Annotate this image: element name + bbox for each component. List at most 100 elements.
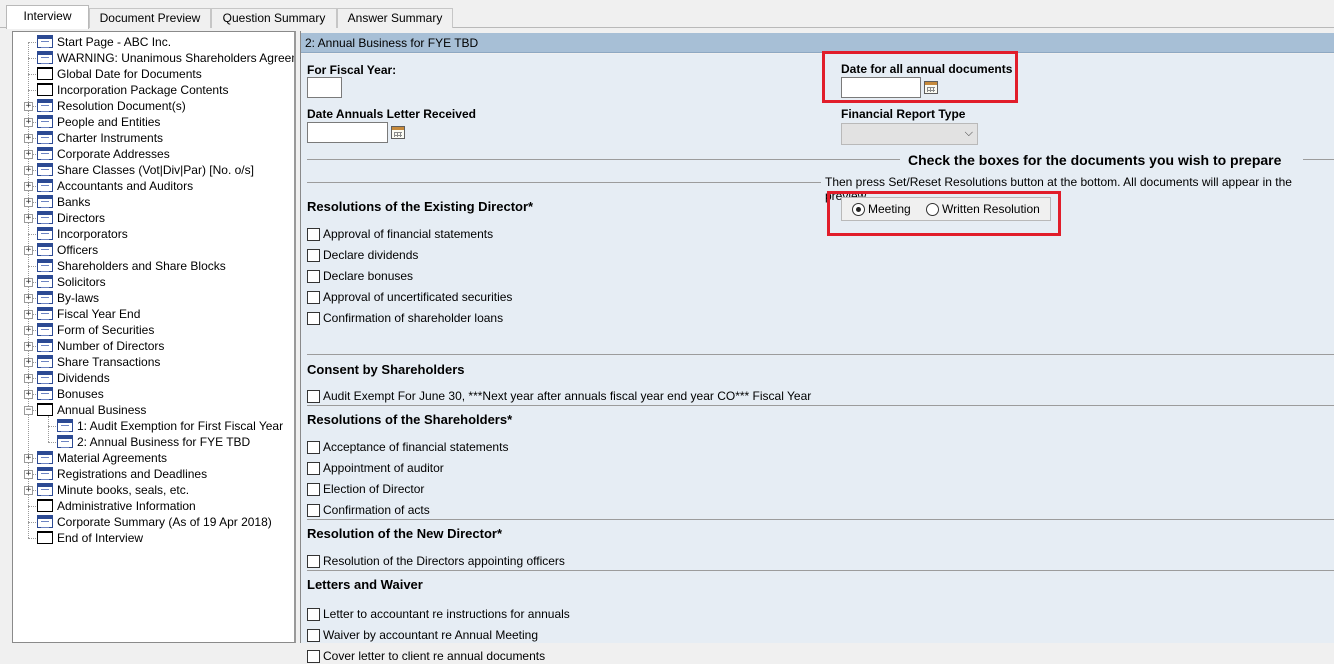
tree-item-label: Dividends bbox=[57, 371, 110, 385]
expand-icon[interactable]: + bbox=[24, 198, 33, 207]
expand-icon[interactable]: + bbox=[24, 246, 33, 255]
document-icon bbox=[57, 419, 73, 432]
tree-item[interactable]: Administrative Information bbox=[13, 498, 294, 514]
tree-item[interactable]: Start Page - ABC Inc. bbox=[13, 34, 294, 50]
expand-icon[interactable]: + bbox=[24, 118, 33, 127]
checkbox-icon[interactable] bbox=[307, 291, 320, 304]
tree-item[interactable]: + Corporate Addresses bbox=[13, 146, 294, 162]
date-letter-received-input[interactable] bbox=[307, 122, 388, 143]
expand-icon[interactable]: + bbox=[24, 486, 33, 495]
checkbox-icon[interactable] bbox=[307, 483, 320, 496]
expand-icon[interactable]: + bbox=[24, 294, 33, 303]
expand-icon[interactable]: + bbox=[24, 134, 33, 143]
tree-item[interactable]: + Dividends bbox=[13, 370, 294, 386]
check-boxes-title: Check the boxes for the documents you wi… bbox=[908, 152, 1282, 168]
tree-item[interactable]: + Officers bbox=[13, 242, 294, 258]
expand-icon[interactable]: + bbox=[24, 150, 33, 159]
tree-connector bbox=[48, 426, 56, 427]
expand-icon[interactable]: + bbox=[24, 470, 33, 479]
tab-answer-summary[interactable]: Answer Summary bbox=[337, 8, 453, 28]
checkbox-icon[interactable] bbox=[307, 312, 320, 325]
tree-item[interactable]: + Material Agreements bbox=[13, 450, 294, 466]
tree-item[interactable]: + Solicitors bbox=[13, 274, 294, 290]
tree-item[interactable]: End of Interview bbox=[13, 530, 294, 546]
tree-item[interactable]: + By-laws bbox=[13, 290, 294, 306]
tree-item[interactable]: + Share Transactions bbox=[13, 354, 294, 370]
tree-item[interactable]: − Annual Business bbox=[13, 402, 294, 418]
tab-question-summary[interactable]: Question Summary bbox=[211, 8, 337, 28]
financial-report-type-select[interactable]: ⌵ bbox=[841, 123, 978, 145]
checkbox-icon[interactable] bbox=[307, 504, 320, 517]
checkbox-icon[interactable] bbox=[307, 608, 320, 621]
tree-item-label: Number of Directors bbox=[57, 339, 165, 353]
checkbox-icon[interactable] bbox=[307, 390, 320, 403]
tree-item[interactable]: + Bonuses bbox=[13, 386, 294, 402]
tree-item[interactable]: 2: Annual Business for FYE TBD bbox=[13, 434, 294, 450]
checkbox-icon[interactable] bbox=[307, 629, 320, 642]
tree-item[interactable]: Global Date for Documents bbox=[13, 66, 294, 82]
document-icon bbox=[37, 339, 53, 352]
expand-icon[interactable]: + bbox=[24, 342, 33, 351]
checkbox-icon[interactable] bbox=[307, 441, 320, 454]
tree-item[interactable]: Shareholders and Share Blocks bbox=[13, 258, 294, 274]
expand-icon[interactable]: + bbox=[24, 102, 33, 111]
tree-item[interactable]: + Accountants and Auditors bbox=[13, 178, 294, 194]
tree-item[interactable]: + Fiscal Year End bbox=[13, 306, 294, 322]
interview-tree[interactable]: Start Page - ABC Inc. WARNING: Unanimous … bbox=[12, 31, 296, 643]
document-icon bbox=[37, 243, 53, 256]
expand-icon[interactable]: + bbox=[24, 278, 33, 287]
checkbox-icon[interactable] bbox=[307, 249, 320, 262]
tree-item[interactable]: 1: Audit Exemption for First Fiscal Year bbox=[13, 418, 294, 434]
tree-item-label: End of Interview bbox=[57, 531, 144, 545]
tree-item[interactable]: + Registrations and Deadlines bbox=[13, 466, 294, 482]
expand-icon[interactable]: + bbox=[24, 454, 33, 463]
expand-icon[interactable]: + bbox=[24, 326, 33, 335]
expand-icon[interactable]: + bbox=[24, 182, 33, 191]
tree-item[interactable]: + Charter Instruments bbox=[13, 130, 294, 146]
expand-icon[interactable]: + bbox=[24, 390, 33, 399]
calendar-icon[interactable] bbox=[391, 126, 405, 139]
tree-item-label: Bonuses bbox=[57, 387, 104, 401]
tree-connector bbox=[48, 416, 49, 442]
document-icon bbox=[37, 467, 53, 480]
blank-page-icon bbox=[37, 531, 53, 544]
tree-item[interactable]: + Minute books, seals, etc. bbox=[13, 482, 294, 498]
blank-page-icon bbox=[37, 499, 53, 512]
collapse-icon[interactable]: − bbox=[24, 406, 33, 415]
checkbox-icon[interactable] bbox=[307, 650, 320, 663]
tree-item[interactable]: Incorporation Package Contents bbox=[13, 82, 294, 98]
tree-item[interactable]: + Directors bbox=[13, 210, 294, 226]
tree-item[interactable]: + Share Classes (Vot|Div|Par) [No. o/s] bbox=[13, 162, 294, 178]
tree-item-label: Fiscal Year End bbox=[57, 307, 141, 321]
tree-item[interactable]: + Resolution Document(s) bbox=[13, 98, 294, 114]
tab-document-preview[interactable]: Document Preview bbox=[89, 8, 211, 28]
tree-item[interactable]: Incorporators bbox=[13, 226, 294, 242]
tree-item[interactable]: Corporate Summary (As of 19 Apr 2018) bbox=[13, 514, 294, 530]
checkbox-icon[interactable] bbox=[307, 270, 320, 283]
checkbox-icon[interactable] bbox=[307, 462, 320, 475]
tree-item[interactable]: + Form of Securities bbox=[13, 322, 294, 338]
tree-connector bbox=[28, 74, 36, 75]
question-panel: 2: Annual Business for FYE TBD For Fisca… bbox=[300, 31, 1334, 663]
expand-icon[interactable]: + bbox=[24, 374, 33, 383]
checkbox-label: Declare dividends bbox=[323, 248, 419, 262]
checkbox-icon[interactable] bbox=[307, 228, 320, 241]
checkbox-icon[interactable] bbox=[307, 555, 320, 568]
tree-item-label: Share Classes (Vot|Div|Par) [No. o/s] bbox=[57, 163, 254, 177]
tree-item[interactable]: + People and Entities bbox=[13, 114, 294, 130]
expand-icon[interactable]: + bbox=[24, 214, 33, 223]
fiscal-year-label: For Fiscal Year: bbox=[307, 63, 397, 77]
tree-item[interactable]: + Number of Directors bbox=[13, 338, 294, 354]
expand-icon[interactable]: + bbox=[24, 310, 33, 319]
tab-interview[interactable]: Interview bbox=[6, 5, 89, 29]
checkbox-label: Audit Exempt For June 30, ***Next year a… bbox=[323, 389, 812, 403]
document-icon bbox=[37, 451, 53, 464]
expand-icon[interactable]: + bbox=[24, 166, 33, 175]
tree-item-label: Start Page - ABC Inc. bbox=[57, 35, 172, 49]
tree-item[interactable]: WARNING: Unanimous Shareholders Agreem bbox=[13, 50, 294, 66]
question-form: For Fiscal Year: Date for all annual doc… bbox=[301, 51, 1334, 663]
expand-icon[interactable]: + bbox=[24, 358, 33, 367]
tree-item[interactable]: + Banks bbox=[13, 194, 294, 210]
fiscal-year-input[interactable] bbox=[307, 77, 342, 98]
document-icon bbox=[37, 307, 53, 320]
